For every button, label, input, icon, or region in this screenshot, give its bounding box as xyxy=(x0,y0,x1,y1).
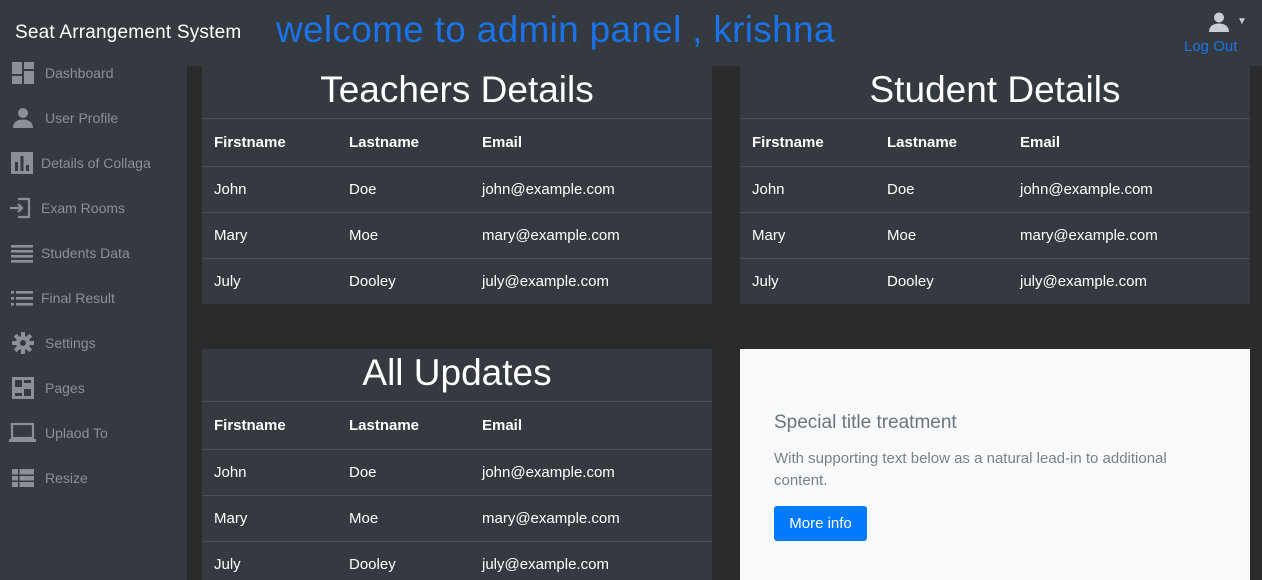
sidebar-item-details-of-collaga[interactable]: Details of Collaga xyxy=(0,143,187,183)
table-header-row: Firstname Lastname Email xyxy=(740,120,1250,167)
more-info-button[interactable]: More info xyxy=(774,506,867,541)
table-row: July Dooley july@example.com xyxy=(740,258,1250,304)
sidebar-item-label: User Profile xyxy=(45,110,119,126)
sidebar-item-label: Exam Rooms xyxy=(41,200,126,216)
card-title: Teachers Details xyxy=(202,66,712,119)
gear-icon xyxy=(11,331,35,355)
chevron-down-icon[interactable]: ▼ xyxy=(1237,16,1247,27)
table-cell: Doe xyxy=(337,166,470,213)
teachers-table: Firstname Lastname Email John Doe john@e… xyxy=(202,120,712,304)
column-header: Firstname xyxy=(740,120,875,167)
table-header-row: Firstname Lastname Email xyxy=(202,120,712,167)
sidebar-item-user-profile[interactable]: User Profile xyxy=(0,98,187,138)
student-details-card: Student Details Firstname Lastname Email… xyxy=(740,66,1250,304)
sidebar-item-resize[interactable]: Resize xyxy=(0,458,187,498)
info-card-text: With supporting text below as a natural … xyxy=(774,450,1167,489)
table-cell: Moe xyxy=(337,212,470,259)
sidebar-item-final-result[interactable]: Final Result xyxy=(0,278,187,318)
students-table: Firstname Lastname Email John Doe john@e… xyxy=(740,120,1250,304)
table-cell: Doe xyxy=(337,449,470,496)
column-header: Lastname xyxy=(337,120,470,167)
sidebar-item-label: Students Data xyxy=(41,245,130,261)
column-header: Firstname xyxy=(202,120,337,167)
bar-chart-icon xyxy=(10,151,34,175)
table-cell: john@example.com xyxy=(470,166,712,213)
table-cell: Dooley xyxy=(349,272,396,290)
updates-table: Firstname Lastname Email John Doe john@e… xyxy=(202,403,712,580)
sidebar-item-label: Uplaod To xyxy=(45,425,108,441)
column-header: Firstname xyxy=(202,403,337,450)
table-cell: July xyxy=(214,555,241,573)
sidebar-item-label: Dashboard xyxy=(45,65,114,81)
table-cell: mary@example.com xyxy=(470,495,712,542)
table-cell: mary@example.com xyxy=(470,212,712,259)
dashboard-icon xyxy=(11,61,35,85)
card-title: All Updates xyxy=(202,349,712,402)
user-avatar-icon[interactable] xyxy=(1207,10,1231,34)
table-cell: Moe xyxy=(875,212,1008,259)
table-cell: Dooley xyxy=(887,272,934,290)
laptop-icon xyxy=(9,421,36,445)
table-cell: john@example.com xyxy=(1008,166,1250,213)
info-card-title: Special title treatment xyxy=(774,412,957,433)
table-cell: Mary xyxy=(202,495,337,542)
table-row: John Doe john@example.com xyxy=(202,449,712,496)
table-cell: July xyxy=(214,272,241,290)
logout-link[interactable]: Log Out xyxy=(1184,38,1237,55)
sidebar: Dashboard User Profile Details of Collag… xyxy=(0,62,187,580)
sidebar-item-label: Final Result xyxy=(41,290,115,306)
table-row: July Dooley july@example.com xyxy=(202,541,712,580)
welcome-message: welcome to admin panel , krishna xyxy=(276,9,835,50)
column-header: Lastname xyxy=(337,403,470,450)
table-cell: mary@example.com xyxy=(1008,212,1250,259)
app-title: Seat Arrangement System xyxy=(15,22,242,43)
special-info-card: Special title treatment With supporting … xyxy=(740,349,1250,580)
sidebar-item-pages[interactable]: Pages xyxy=(0,368,187,408)
table-cell: John xyxy=(740,166,875,213)
sidebar-item-uplaod-to[interactable]: Uplaod To xyxy=(0,413,187,453)
table-cell: july@example.com xyxy=(1020,272,1147,290)
sign-in-icon xyxy=(8,196,32,220)
table-cell: John xyxy=(202,449,337,496)
table-cell: July xyxy=(752,272,779,290)
sidebar-item-settings[interactable]: Settings xyxy=(0,323,187,363)
sidebar-item-dashboard[interactable]: Dashboard xyxy=(0,53,187,93)
top-navbar: Seat Arrangement System welcome to admin… xyxy=(0,0,1262,66)
sidebar-item-label: Resize xyxy=(45,470,88,486)
sidebar-item-exam-rooms[interactable]: Exam Rooms xyxy=(0,188,187,228)
table-cell: Moe xyxy=(337,495,470,542)
table-row: John Doe john@example.com xyxy=(740,166,1250,213)
sidebar-item-label: Settings xyxy=(45,335,96,351)
table-row: John Doe john@example.com xyxy=(202,166,712,213)
table-cell: Doe xyxy=(875,166,1008,213)
table-cell: John xyxy=(202,166,337,213)
table-cell: Mary xyxy=(202,212,337,259)
card-title: Student Details xyxy=(740,66,1250,119)
table-row: Mary Moe mary@example.com xyxy=(740,212,1250,259)
table-cell: Mary xyxy=(740,212,875,259)
table-cell: july@example.com xyxy=(482,272,609,290)
sidebar-item-label: Pages xyxy=(45,380,85,396)
column-header: Email xyxy=(470,120,712,167)
user-icon xyxy=(11,106,35,130)
table-cell: Dooley xyxy=(349,555,396,573)
column-header: Email xyxy=(470,403,712,450)
table-row: Mary Moe mary@example.com xyxy=(202,495,712,542)
table-cell: john@example.com xyxy=(470,449,712,496)
table-header-row: Firstname Lastname Email xyxy=(202,403,712,450)
column-header: Lastname xyxy=(875,120,1008,167)
table-row: Mary Moe mary@example.com xyxy=(202,212,712,259)
all-updates-card: All Updates Firstname Lastname Email Joh… xyxy=(202,349,712,580)
sidebar-item-students-data[interactable]: Students Data xyxy=(0,233,187,273)
table-cell: july@example.com xyxy=(482,555,609,573)
sidebar-item-label: Details of Collaga xyxy=(41,155,151,171)
table-icon xyxy=(11,466,35,490)
table-row: July Dooley july@example.com xyxy=(202,258,712,304)
list-icon xyxy=(10,286,34,310)
lines-icon xyxy=(10,241,34,265)
teachers-details-card: Teachers Details Firstname Lastname Emai… xyxy=(202,66,712,304)
column-header: Email xyxy=(1008,120,1250,167)
user-menu[interactable]: ▼ Log Out xyxy=(1172,8,1262,60)
pages-icon xyxy=(11,376,35,400)
